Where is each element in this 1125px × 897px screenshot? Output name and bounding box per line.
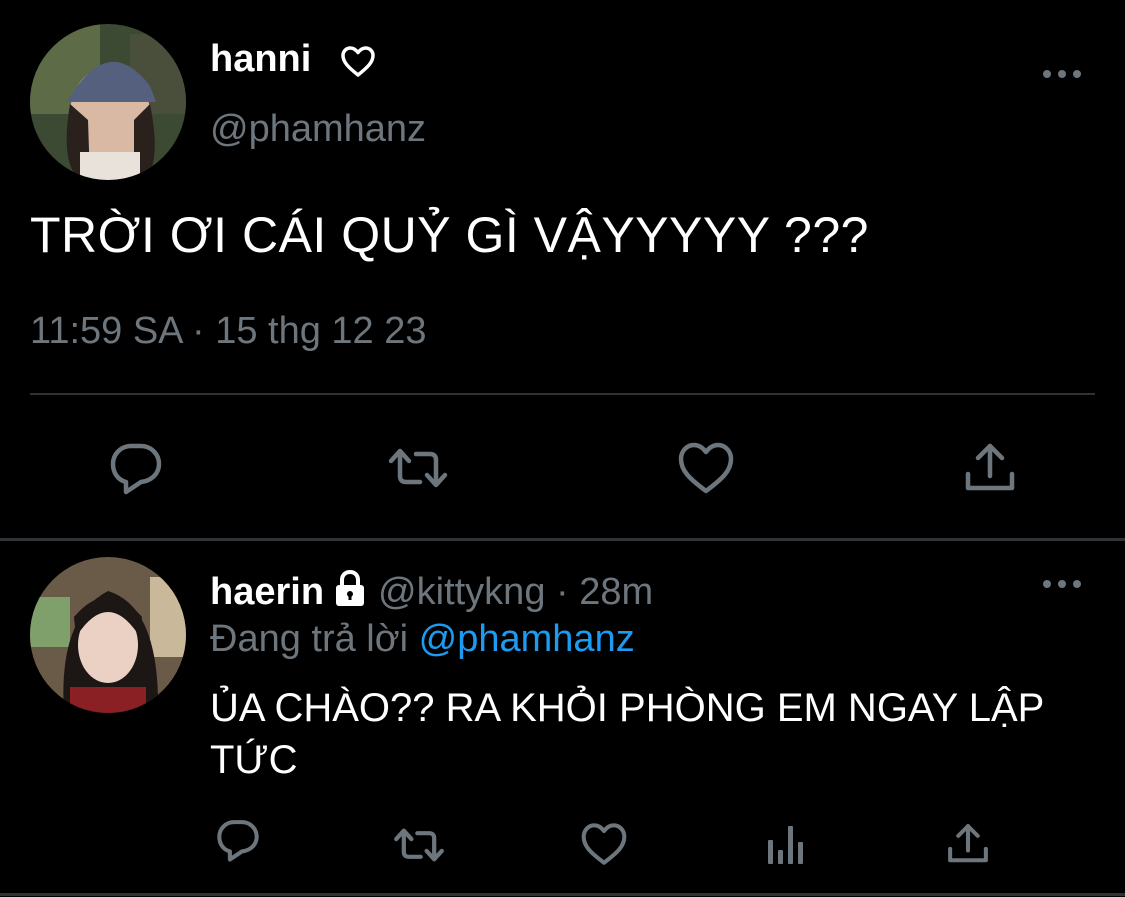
replying-to-line: Đang trả lời @phamhanz (210, 618, 635, 661)
reply-text: ỦA CHÀO?? RA KHỎI PHÒNG EM NGAY LẬP TỨC (210, 686, 1044, 782)
display-name[interactable]: hanni (210, 38, 311, 81)
heart-outline-icon (340, 44, 376, 80)
like-icon[interactable] (578, 818, 630, 870)
reply-icon[interactable] (212, 814, 264, 866)
more-dots-icon[interactable] (1040, 572, 1084, 596)
analytics-icon[interactable] (762, 820, 810, 868)
reply-header: haerin @kittykng · 28m (210, 568, 653, 614)
replying-to-link[interactable]: @phamhanz (419, 618, 635, 660)
retweet-icon[interactable] (386, 436, 450, 500)
avatar-haerin[interactable] (30, 557, 186, 713)
divider (0, 538, 1125, 541)
display-name[interactable]: haerin (210, 571, 324, 613)
share-icon[interactable] (958, 436, 1022, 500)
divider (0, 893, 1125, 896)
divider (30, 393, 1095, 395)
replying-prefix: Đang trả lời (210, 618, 409, 660)
avatar-hanni[interactable] (30, 24, 186, 180)
reply-icon[interactable] (104, 436, 168, 500)
user-handle[interactable]: @phamhanz (210, 108, 426, 151)
more-dots-icon[interactable] (1040, 62, 1084, 86)
share-icon[interactable] (942, 818, 994, 870)
like-icon[interactable] (674, 436, 738, 500)
retweet-icon[interactable] (392, 818, 446, 872)
tweet-timestamp[interactable]: 11:59 SA · 15 thg 12 23 (30, 310, 427, 353)
handle-and-time[interactable]: @kittykng · 28m (378, 571, 653, 613)
tweet-text: TRỜI ƠI CÁI QUỶ GÌ VẬYYYYY ??? (30, 207, 869, 263)
lock-icon (330, 568, 370, 608)
